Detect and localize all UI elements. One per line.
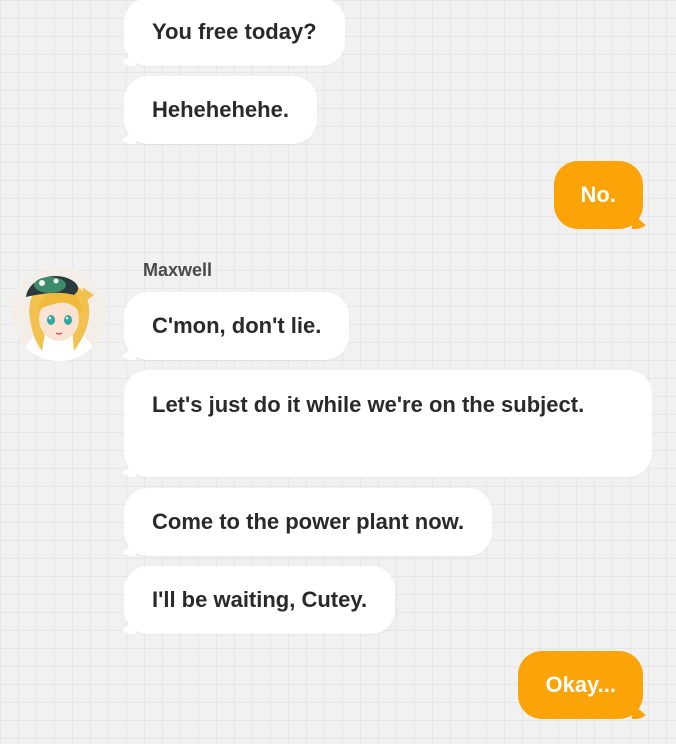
message-text: Let's just do it while we're on the subj… bbox=[152, 392, 585, 417]
message-bubble-incoming[interactable]: You free today? bbox=[124, 0, 345, 66]
message-text: You free today? bbox=[152, 19, 317, 44]
contact-avatar[interactable] bbox=[12, 267, 106, 361]
message-bubble-outgoing[interactable]: Okay... bbox=[518, 651, 643, 719]
message-text: C'mon, don't lie. bbox=[152, 313, 322, 338]
message-bubble-outgoing[interactable]: No. bbox=[553, 161, 643, 229]
message-bubble-incoming[interactable]: Come to the power plant now. bbox=[124, 488, 493, 556]
message-bubble-incoming[interactable]: Hehehehehe. bbox=[124, 76, 317, 144]
message-text: Come to the power plant now. bbox=[152, 509, 465, 534]
message-bubble-incoming[interactable]: C'mon, don't lie. bbox=[124, 292, 350, 360]
message-bubble-incoming[interactable]: I'll be waiting, Cutey. bbox=[124, 566, 396, 634]
avatar-icon bbox=[12, 267, 106, 361]
message-text: Hehehehehe. bbox=[152, 97, 289, 122]
sender-name: Maxwell bbox=[143, 260, 213, 280]
message-bubble-incoming[interactable]: Let's just do it while we're on the subj… bbox=[124, 370, 652, 477]
message-text: I'll be waiting, Cutey. bbox=[152, 587, 368, 612]
message-text: Okay... bbox=[545, 672, 616, 697]
message-text: No. bbox=[580, 182, 616, 207]
